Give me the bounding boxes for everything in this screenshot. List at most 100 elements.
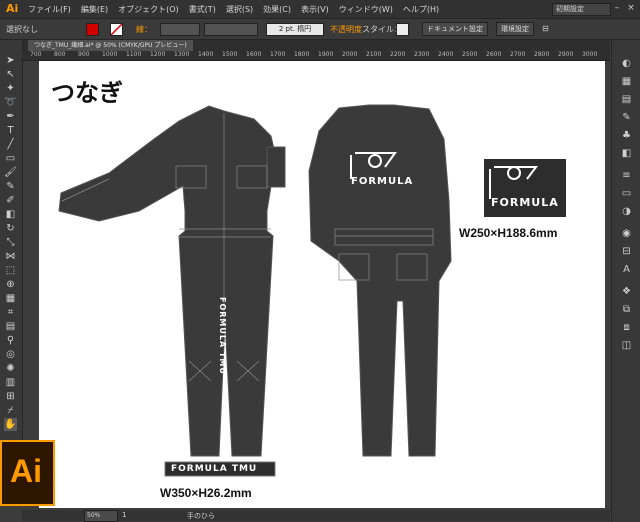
transparency-icon[interactable]: ◑	[620, 206, 633, 218]
line-tool-icon[interactable]: ╱	[4, 138, 17, 151]
close-icon[interactable]: ×	[626, 3, 636, 13]
ruler-tick: 2300	[414, 51, 430, 58]
selection-tool-icon[interactable]: ➤	[4, 54, 17, 67]
gradient-panel-icon[interactable]: ▭	[620, 188, 633, 200]
eyedropper-tool-icon[interactable]: ⚲	[4, 334, 17, 347]
color-panel-icon[interactable]: ◐	[620, 58, 633, 70]
variable-width-select[interactable]	[204, 23, 258, 36]
right-panel-dock: ◐ ▦ ▤ ✎ ♣ ◧ ≡ ▭ ◑ ◉ ⊟ A ❖ ⧉ ⧈ ◫	[611, 40, 640, 521]
status-bar: 50% 1 手のひら	[22, 510, 610, 522]
ruler-tick: 1600	[246, 51, 262, 58]
color-guide-icon[interactable]: ▦	[620, 76, 633, 88]
no-stroke-icon	[110, 23, 123, 36]
scale-tool-icon[interactable]: ⤡	[4, 236, 17, 249]
artboard-tool-icon[interactable]: ⊞	[4, 390, 17, 403]
swatches-icon[interactable]: ▤	[620, 94, 633, 106]
gradient-tool-icon[interactable]: ▤	[4, 320, 17, 333]
menu-effect[interactable]: 効果(C)	[263, 4, 291, 15]
direct-selection-tool-icon[interactable]: ↖	[4, 68, 17, 81]
width-tool-icon[interactable]: ⋈	[4, 250, 17, 263]
leg-print-text: FORMULA TMU	[218, 297, 227, 375]
document-tab[interactable]: つなぎ_TMU_繊細.ai* @ 50% (CMYK/GPU プレビュー)	[28, 40, 193, 51]
graphic-styles-icon[interactable]: ◧	[620, 148, 633, 160]
minimize-icon[interactable]: –	[612, 3, 622, 13]
selection-status: 選択なし	[6, 25, 38, 34]
style-swatch[interactable]	[396, 23, 409, 36]
menu-window[interactable]: ウィンドウ(W)	[339, 4, 393, 15]
app-logo: Ai	[6, 2, 19, 15]
fill-swatch[interactable]	[86, 23, 99, 36]
rotate-tool-icon[interactable]: ↻	[4, 222, 17, 235]
menu-view[interactable]: 表示(V)	[301, 4, 329, 15]
strip-dimension-label: W350×H26.2mm	[160, 486, 252, 500]
stroke-panel-icon[interactable]: ≡	[620, 170, 633, 182]
badge-text: Ai	[10, 453, 42, 489]
ruler-tick: 800	[54, 51, 66, 58]
artwork-title: つなぎ	[51, 78, 123, 107]
perspective-grid-tool-icon[interactable]: ▦	[4, 292, 17, 305]
character-icon[interactable]: A	[620, 264, 633, 276]
symbol-sprayer-tool-icon[interactable]: ✺	[4, 362, 17, 375]
menu-select[interactable]: 選択(S)	[226, 4, 253, 15]
slice-tool-icon[interactable]: ⌿	[4, 404, 17, 417]
rectangle-tool-icon[interactable]: ▭	[4, 152, 17, 165]
mesh-tool-icon[interactable]: ⌗	[4, 306, 17, 319]
ruler-tick: 2500	[462, 51, 478, 58]
menu-object[interactable]: オブジェクト(O)	[118, 4, 179, 15]
type-tool-icon[interactable]: T	[4, 124, 17, 137]
stroke-swatch[interactable]	[110, 23, 123, 36]
brushes-icon[interactable]: ✎	[620, 112, 633, 124]
menu-help[interactable]: ヘルプ(H)	[403, 4, 439, 15]
links-icon[interactable]: ⧈	[620, 322, 633, 334]
align-icon[interactable]: ⊟	[542, 24, 549, 33]
coverall-front	[58, 105, 286, 457]
magic-wand-tool-icon[interactable]: ✦	[4, 82, 17, 95]
layers-icon[interactable]: ❖	[620, 286, 633, 298]
pen-tool-icon[interactable]: ✒	[4, 110, 17, 123]
ruler-tick: 1900	[318, 51, 334, 58]
eraser-tool-icon[interactable]: ◧	[4, 208, 17, 221]
lasso-tool-icon[interactable]: ➰	[4, 96, 17, 109]
back-logo-text: FORMULA	[351, 176, 414, 187]
menu-file[interactable]: ファイル(F)	[28, 4, 71, 15]
free-transform-tool-icon[interactable]: ⬚	[4, 264, 17, 277]
opacity-label[interactable]: 不透明度	[330, 24, 362, 35]
blend-tool-icon[interactable]: ◎	[4, 348, 17, 361]
graph-tool-icon[interactable]: ▥	[4, 376, 17, 389]
pencil-tool-icon[interactable]: ✎	[4, 180, 17, 193]
artboards-icon[interactable]: ⧉	[620, 304, 633, 316]
ruler-tick: 1200	[150, 51, 166, 58]
artboard[interactable]: つなぎ FORMULA FORMULA W250×H188.6mm FORMUL…	[39, 61, 605, 508]
preferences-button[interactable]: 環境設定	[496, 22, 534, 36]
hand-tool-icon[interactable]: ✋	[4, 418, 17, 431]
menu-edit[interactable]: 編集(E)	[81, 4, 108, 15]
pathfinder-icon[interactable]: ◫	[620, 340, 633, 352]
menu-bar: Ai ファイル(F) 編集(E) オブジェクト(O) 書式(T) 選択(S) 効…	[0, 0, 640, 19]
strip-sample-text: FORMULA TMU	[171, 464, 258, 474]
blob-brush-tool-icon[interactable]: ✐	[4, 194, 17, 207]
menu-type[interactable]: 書式(T)	[189, 4, 216, 15]
logo-dimension-label: W250×H188.6mm	[459, 226, 558, 240]
workspace-switcher[interactable]: 初期設定	[552, 3, 611, 16]
ruler-tick: 900	[78, 51, 90, 58]
brush-select[interactable]: 2 pt. 楕円	[266, 23, 324, 36]
ruler-tick: 2000	[342, 51, 358, 58]
page-number[interactable]: 1	[122, 511, 126, 519]
ruler-tick: 2600	[486, 51, 502, 58]
symbols-icon[interactable]: ♣	[620, 130, 633, 142]
document-setup-button[interactable]: ドキュメント設定	[422, 22, 488, 36]
logo-sample-text: FORMULA	[491, 196, 559, 209]
appearance-icon[interactable]: ◉	[620, 228, 633, 240]
ruler-tick: 700	[30, 51, 42, 58]
horizontal-ruler: 700 800 900 1000 1100 1200 1300 1400 150…	[22, 51, 610, 61]
artwork-canvas	[58, 104, 566, 477]
paintbrush-tool-icon[interactable]: 🖌	[4, 166, 17, 179]
zoom-field[interactable]: 50%	[84, 510, 118, 522]
shape-builder-tool-icon[interactable]: ⊕	[4, 278, 17, 291]
ruler-tick: 2700	[510, 51, 526, 58]
coverall-collar-tab	[266, 146, 286, 188]
ruler-tick: 1400	[198, 51, 214, 58]
stroke-weight-input[interactable]	[160, 23, 200, 36]
align-panel-icon[interactable]: ⊟	[620, 246, 633, 258]
illustrator-badge: Ai	[0, 440, 55, 506]
